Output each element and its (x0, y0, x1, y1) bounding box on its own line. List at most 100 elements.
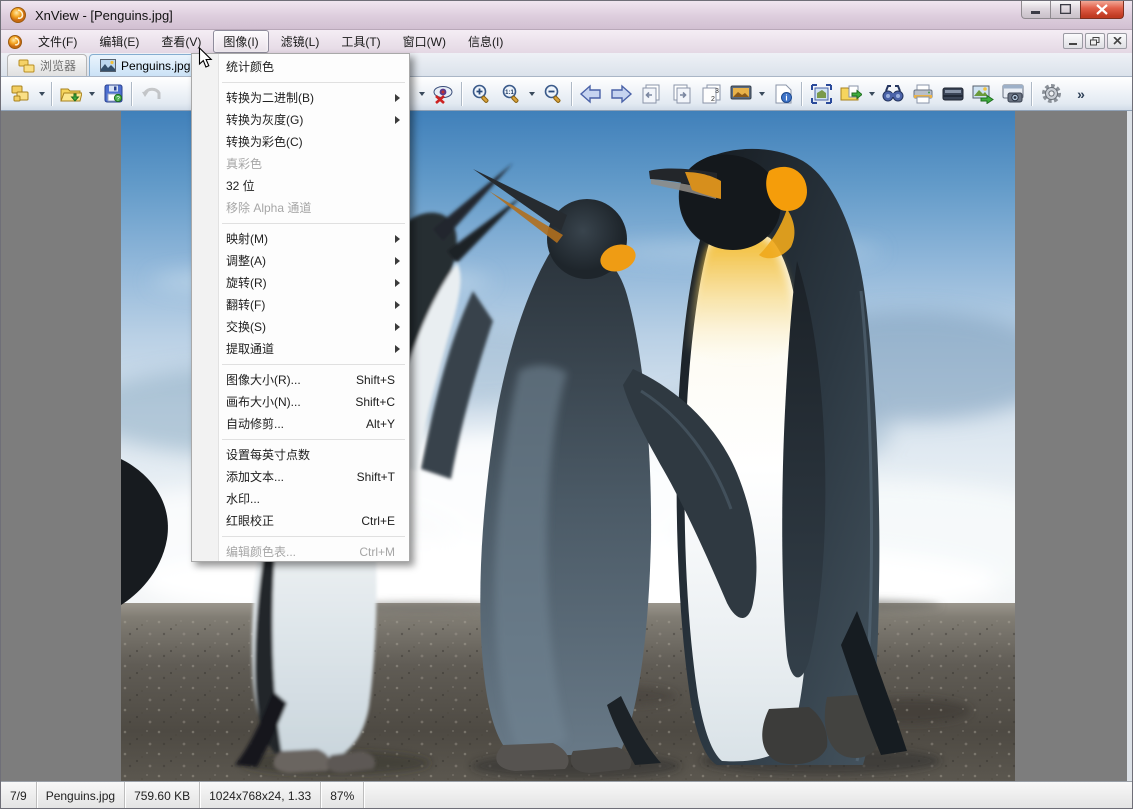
menubar-item-window[interactable]: 窗口(W) (393, 30, 456, 53)
menu-item-convert-to-grayscale[interactable]: 转换为灰度(G) (192, 109, 409, 131)
status-filename: Penguins.jpg (37, 782, 126, 808)
menu-item-adjust[interactable]: 调整(A) (192, 250, 409, 272)
open-file-dropdown[interactable] (86, 80, 98, 108)
menubar-item-image[interactable]: 图像(I) (213, 30, 269, 53)
status-filesize: 759.60 KB (125, 782, 201, 808)
toolbar: ? 1:1 32 i » (1, 77, 1132, 111)
app-logo-icon[interactable] (9, 6, 27, 24)
chevron-right-icon: » (1077, 85, 1085, 102)
image-viewer-area[interactable] (1, 111, 1132, 781)
red-eye-removal-button[interactable] (429, 80, 457, 108)
fullscreen-icon (810, 83, 832, 104)
browser-panes-button[interactable] (7, 80, 35, 108)
tab-penguins-jpg[interactable]: Penguins.jpg (89, 54, 202, 76)
menu-item-32-bit[interactable]: 32 位 (192, 175, 409, 197)
arrow-cursor-icon (198, 46, 213, 68)
more-buttons-chevron[interactable]: » (1067, 80, 1095, 108)
menu-item-convert-to-binary[interactable]: 转换为二进制(B) (192, 87, 409, 109)
menu-item-rotate[interactable]: 旋转(R) (192, 272, 409, 294)
menu-item-map[interactable]: 映射(M) (192, 228, 409, 250)
acquire-scan-button[interactable] (939, 80, 967, 108)
svg-text:?: ? (116, 96, 120, 103)
print-button[interactable] (909, 80, 937, 108)
zoom-out-button[interactable] (539, 80, 567, 108)
move-copy-button[interactable] (837, 80, 865, 108)
menubar-item-filter[interactable]: 滤镜(L) (271, 30, 330, 53)
first-image-button[interactable] (637, 80, 665, 108)
toolbar-separator (51, 81, 53, 106)
mdi-minimize-icon (1069, 43, 1077, 45)
zoom-in-button[interactable] (467, 80, 495, 108)
menu-separator (192, 78, 409, 87)
toolbar-separator (461, 81, 463, 106)
open-folder-icon (60, 88, 82, 102)
menu-item-watermark[interactable]: 水印... (192, 488, 409, 510)
fullscreen-button[interactable] (807, 80, 835, 108)
menu-separator (192, 360, 409, 369)
zoom-actual-size-button[interactable]: 1:1 (497, 80, 525, 108)
save-icon: ? (104, 84, 122, 103)
open-file-button[interactable] (57, 80, 85, 108)
menubar-item-info[interactable]: 信息(I) (458, 30, 513, 53)
close-button[interactable] (1080, 1, 1124, 19)
chevron-down-icon (39, 91, 45, 96)
next-image-button[interactable] (607, 80, 635, 108)
last-image-button[interactable] (667, 80, 695, 108)
screen-capture-button[interactable] (999, 80, 1027, 108)
browser-panes-icon (11, 85, 29, 101)
tabbar: 浏览器 Penguins.jpg (1, 53, 1132, 77)
menubar-item-tools[interactable]: 工具(T) (331, 30, 390, 53)
view-mode-dropdown[interactable] (416, 80, 428, 108)
submenu-arrow-icon (395, 345, 400, 353)
move-copy-dropdown[interactable] (866, 80, 878, 108)
window-resize-edge[interactable] (1127, 111, 1132, 781)
mdi-restore-button[interactable] (1085, 33, 1105, 49)
menu-item-image-size[interactable]: 图像大小(R)... Shift+S (192, 369, 409, 391)
submenu-arrow-icon (395, 257, 400, 265)
pages-icon: 32 (702, 84, 720, 103)
mdi-close-button[interactable] (1107, 33, 1127, 49)
menu-item-convert-to-color[interactable]: 转换为彩色(C) (192, 131, 409, 153)
menu-item-add-text[interactable]: 添加文本... Shift+T (192, 466, 409, 488)
arrow-right-icon (611, 83, 633, 104)
menu-item-auto-crop[interactable]: 自动修剪... Alt+Y (192, 413, 409, 435)
svg-text:1:1: 1:1 (505, 90, 514, 96)
tab-label: 浏览器 (40, 59, 77, 73)
menu-item-flip[interactable]: 翻转(F) (192, 294, 409, 316)
menu-item-swap[interactable]: 交换(S) (192, 316, 409, 338)
chevron-down-icon (89, 91, 95, 96)
menu-item-canvas-size[interactable]: 画布大小(N)... Shift+C (192, 391, 409, 413)
submenu-arrow-icon (395, 279, 400, 287)
minimize-button[interactable] (1021, 1, 1051, 19)
menu-item-red-eye-correction[interactable]: 红眼校正 Ctrl+E (192, 510, 409, 532)
submenu-arrow-icon (395, 235, 400, 243)
browser-panes-dropdown[interactable] (36, 80, 48, 108)
statusbar: 7/9 Penguins.jpg 759.60 KB 1024x768x24, … (1, 781, 1132, 808)
menu-item-count-colors[interactable]: 统计颜色 (192, 56, 409, 78)
folder-export-icon (840, 85, 862, 100)
menu-item-set-dpi[interactable]: 设置每英寸点数 (192, 444, 409, 466)
maximize-button[interactable] (1051, 1, 1080, 19)
image-info-button[interactable]: i (769, 80, 797, 108)
page-select-button[interactable]: 32 (697, 80, 725, 108)
settings-button[interactable] (1037, 80, 1065, 108)
menubar-item-file[interactable]: 文件(F) (28, 30, 87, 53)
status-zoom-level: 87% (321, 782, 365, 808)
printer-icon (913, 84, 933, 103)
titlebar[interactable]: XnView - [Penguins.jpg] (1, 1, 1132, 30)
convert-button[interactable] (969, 80, 997, 108)
mdi-document-icon[interactable] (7, 34, 23, 50)
save-button[interactable]: ? (99, 80, 127, 108)
mdi-minimize-button[interactable] (1063, 33, 1083, 49)
search-button[interactable] (879, 80, 907, 108)
slideshow-dropdown[interactable] (756, 80, 768, 108)
submenu-arrow-icon (395, 94, 400, 102)
zoom-dropdown[interactable] (526, 80, 538, 108)
tab-browser[interactable]: 浏览器 (7, 54, 88, 76)
previous-image-button[interactable] (577, 80, 605, 108)
menubar-item-edit[interactable]: 编辑(E) (89, 30, 149, 53)
menu-item-remove-alpha-channel: 移除 Alpha 通道 (226, 201, 312, 215)
menu-item-extract-channel[interactable]: 提取通道 (192, 338, 409, 360)
svg-text:3: 3 (715, 88, 719, 95)
slideshow-button[interactable] (727, 80, 755, 108)
